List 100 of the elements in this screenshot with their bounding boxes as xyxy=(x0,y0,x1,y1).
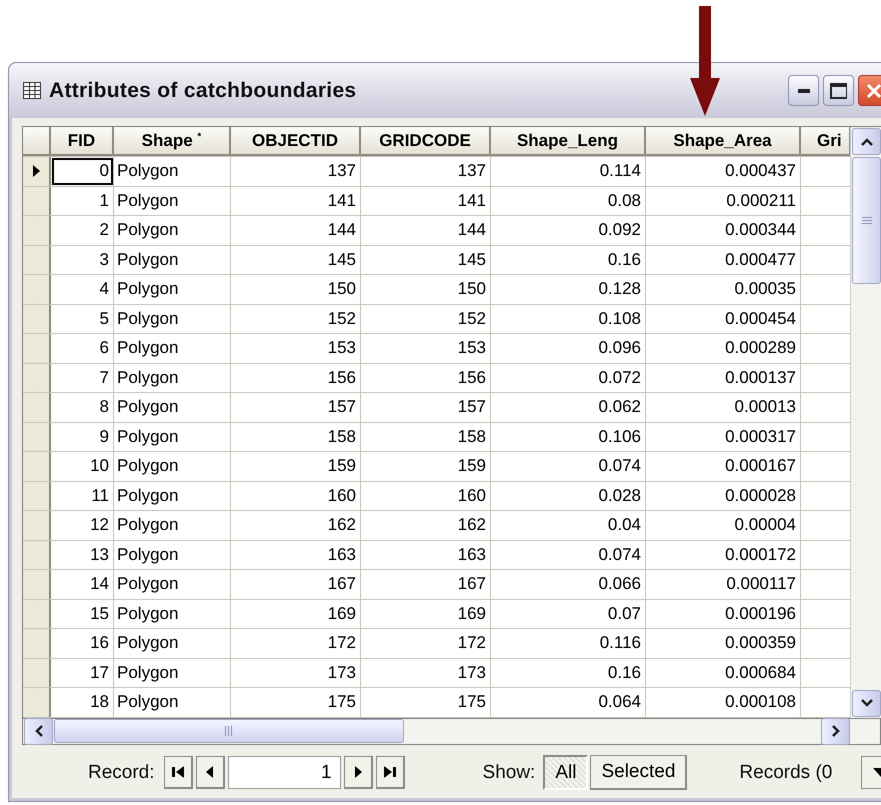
column-header[interactable]: Shape_Leng xyxy=(491,127,646,156)
column-header[interactable]: FID xyxy=(51,127,114,156)
grip-icon xyxy=(225,726,233,736)
table-cell: 175 xyxy=(231,688,361,716)
table-cell: 0.000477 xyxy=(646,246,801,274)
table-cell: 173 xyxy=(361,658,491,687)
table-cell: 172 xyxy=(231,629,361,658)
table-cell: 0.16 xyxy=(491,246,646,274)
next-record-button[interactable] xyxy=(344,756,373,789)
table-cell: 0.000684 xyxy=(646,658,801,687)
table-cell: 160 xyxy=(361,482,491,510)
table-cell: 156 xyxy=(361,364,491,392)
table-cell: 0.106 xyxy=(491,422,646,451)
table-cell: 10 xyxy=(51,452,114,480)
table-cell: 0 xyxy=(51,157,114,186)
table-cell: Polygon xyxy=(114,482,231,510)
caret-up-icon xyxy=(860,138,872,146)
minimize-icon xyxy=(798,88,810,92)
table-cell: 9 xyxy=(51,422,114,451)
table-cell: Polygon xyxy=(114,452,231,480)
record-label: Record: xyxy=(88,762,155,784)
close-button[interactable] xyxy=(858,75,881,106)
records-count: Records (0 xyxy=(739,762,832,784)
table-cell: 18 xyxy=(51,688,114,716)
table-cell: 0.092 xyxy=(491,216,646,244)
table-cell: 152 xyxy=(361,304,491,333)
table-cell: Polygon xyxy=(114,334,231,362)
scroll-up-button[interactable] xyxy=(852,128,881,155)
maximize-button[interactable] xyxy=(823,75,854,106)
maximize-icon xyxy=(830,82,847,98)
table-cell: 0.16 xyxy=(491,658,646,687)
minimize-button[interactable] xyxy=(788,75,819,106)
table-cell: Polygon xyxy=(114,246,231,274)
table-cell: Polygon xyxy=(114,275,231,304)
table-cell: Polygon xyxy=(114,186,231,215)
close-icon xyxy=(866,82,881,98)
first-icon xyxy=(170,765,185,779)
table-cell: 160 xyxy=(231,482,361,510)
table-cell: Polygon xyxy=(114,540,231,569)
table-cell: 4 xyxy=(51,275,114,304)
table-cell: 141 xyxy=(231,186,361,215)
table-cell: 0.000317 xyxy=(646,422,801,451)
scroll-down-button[interactable] xyxy=(852,690,881,716)
caret-down-icon xyxy=(860,699,872,707)
scroll-right-button[interactable] xyxy=(821,718,850,744)
show-toggle[interactable]: All xyxy=(543,755,588,790)
table-cell: 2 xyxy=(51,216,114,244)
column-header[interactable]: Gri xyxy=(801,127,850,156)
table-cell: Polygon xyxy=(114,393,231,422)
table-cell: 0.08 xyxy=(491,186,646,215)
table-cell: 172 xyxy=(361,629,491,658)
table-icon xyxy=(23,82,41,99)
table-cell: Polygon xyxy=(114,570,231,598)
table-cell: 0.000344 xyxy=(646,216,801,244)
window-title: Attributes of catchboundaries xyxy=(49,78,358,102)
table-cell: 15 xyxy=(51,600,114,628)
table-cell: 173 xyxy=(231,658,361,687)
previous-record-button[interactable] xyxy=(196,756,225,789)
table-cell: 17 xyxy=(51,658,114,687)
table-cell: 6 xyxy=(51,334,114,362)
scroll-left-button[interactable] xyxy=(24,718,53,744)
table-cell: 0.116 xyxy=(491,629,646,658)
table-cell: 167 xyxy=(361,570,491,598)
table-cell: 163 xyxy=(231,540,361,569)
table-cell: Polygon xyxy=(114,157,231,186)
table-cell: 0.066 xyxy=(491,570,646,598)
last-record-button[interactable] xyxy=(376,756,405,789)
show-toggle[interactable]: Selected xyxy=(590,755,688,790)
table-cell: 12 xyxy=(51,511,114,540)
table-cell: 0.062 xyxy=(491,393,646,422)
table-cell: 158 xyxy=(361,422,491,451)
show-label: Show: xyxy=(482,762,536,784)
column-header[interactable]: OBJECTID xyxy=(231,127,361,156)
table-cell: Polygon xyxy=(114,600,231,628)
table-cell: 0.064 xyxy=(491,688,646,716)
table-cell: 159 xyxy=(231,452,361,480)
column-header[interactable]: Shape $^{*}$ xyxy=(114,127,231,156)
table-cell: 153 xyxy=(361,334,491,362)
table-cell: 0.00035 xyxy=(646,275,801,304)
table-cell: Polygon xyxy=(114,216,231,244)
table-cell: 0.096 xyxy=(491,334,646,362)
column-header[interactable]: GRIDCODE xyxy=(361,127,491,156)
record-field[interactable]: 1 xyxy=(228,756,341,789)
table-cell: 159 xyxy=(361,452,491,480)
table-cell: 8 xyxy=(51,393,114,422)
table-cell: 0.074 xyxy=(491,452,646,480)
row-selector[interactable] xyxy=(23,157,51,186)
table-cell: 150 xyxy=(361,275,491,304)
table-cell: 169 xyxy=(361,600,491,628)
column-header[interactable]: Shape_Area xyxy=(646,127,801,156)
scrollbar-thumb[interactable] xyxy=(54,719,404,743)
table-cell: 163 xyxy=(361,540,491,569)
table-cell: 167 xyxy=(231,570,361,598)
table-cell: 0.028 xyxy=(491,482,646,510)
table-cell: 0.04 xyxy=(491,511,646,540)
scrollbar-thumb[interactable] xyxy=(852,157,881,284)
table-cell: 0.000167 xyxy=(646,452,801,480)
table-cell: Polygon xyxy=(114,304,231,333)
caret-left-icon xyxy=(34,725,42,737)
first-record-button[interactable] xyxy=(164,756,193,789)
